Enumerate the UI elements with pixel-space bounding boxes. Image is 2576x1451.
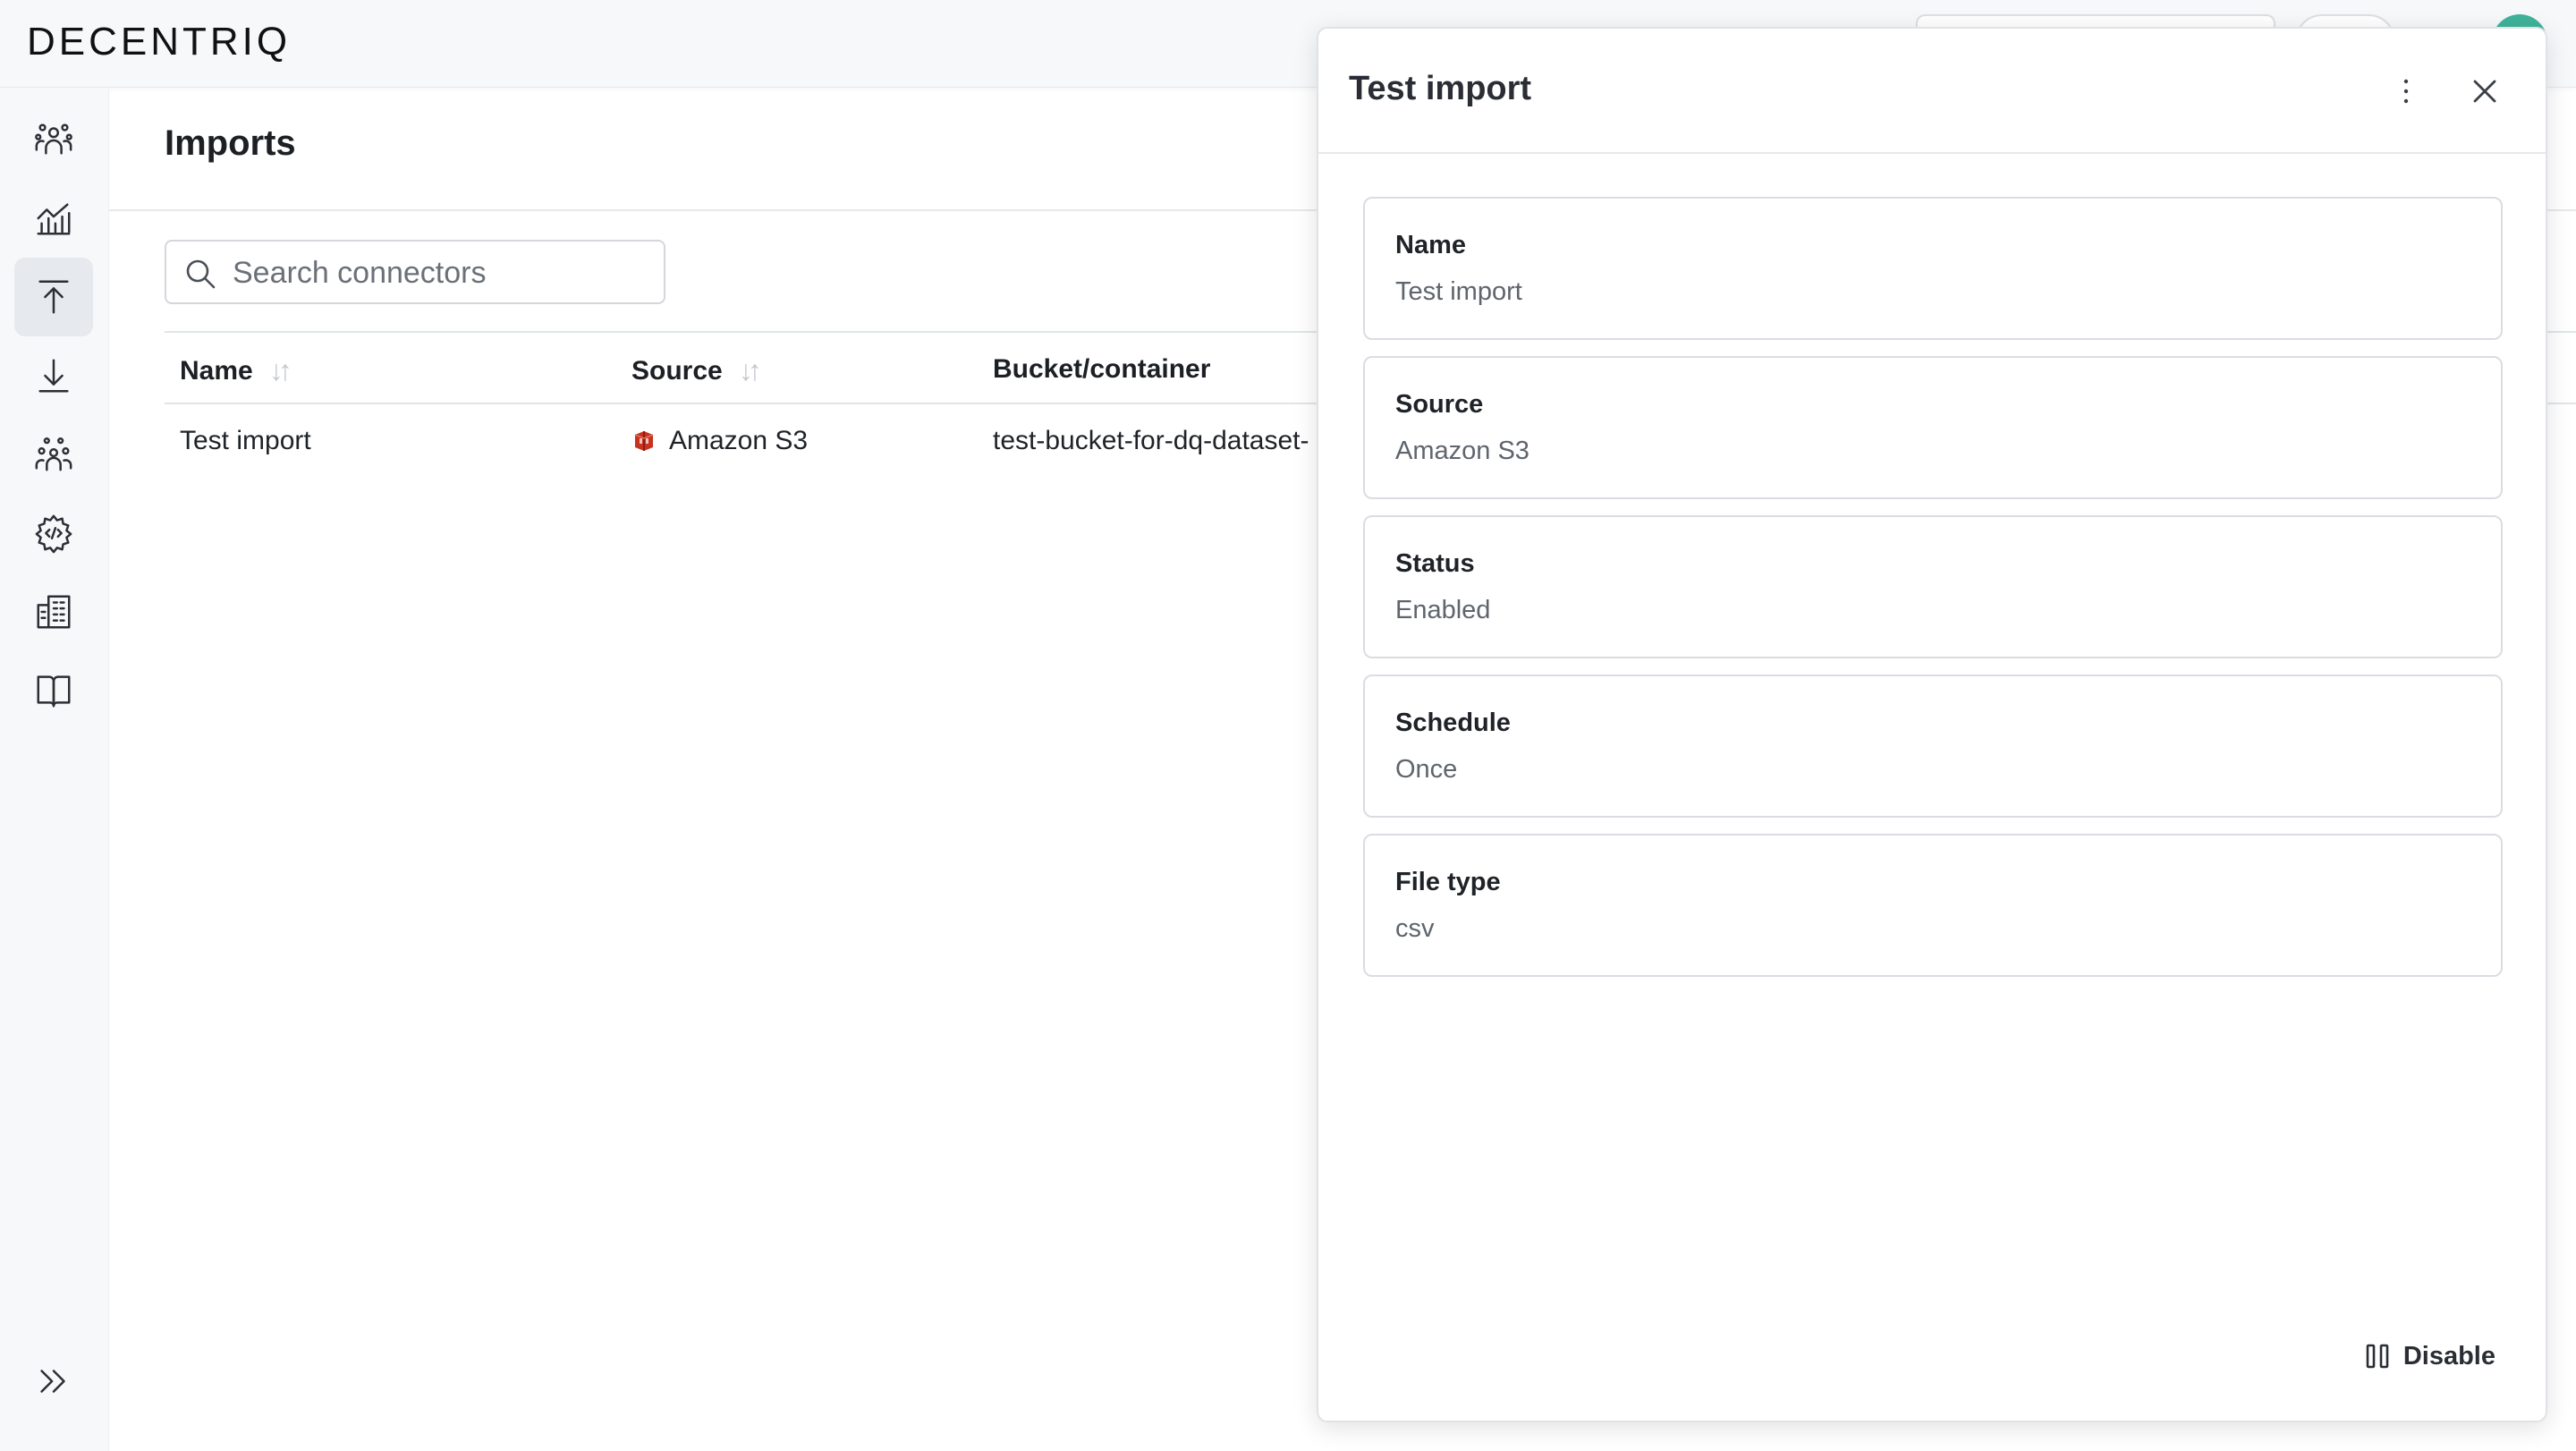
disable-button[interactable]: Disable — [2359, 1331, 2501, 1381]
field-value: csv — [1395, 914, 1435, 943]
field-value: Once — [1395, 755, 1458, 784]
search-input[interactable] — [233, 250, 644, 295]
field-value: Test import — [1395, 277, 1522, 306]
field-value: Enabled — [1395, 596, 1491, 624]
close-button[interactable] — [2462, 68, 2508, 115]
book-icon — [37, 675, 71, 708]
code-gear-icon — [35, 514, 72, 554]
crowd-icon — [35, 437, 72, 471]
panel-title: Test import — [1349, 70, 1532, 107]
building-icon — [37, 595, 71, 629]
field-card-name: Name Test import — [1363, 197, 2503, 340]
column-header-source[interactable]: Source ↓↑ — [631, 354, 762, 387]
chevron-double-right-icon — [40, 1370, 65, 1393]
field-card-file-type: File type csv — [1363, 834, 2503, 977]
field-card-source: Source Amazon S3 — [1363, 356, 2503, 499]
more-vertical-icon — [2403, 79, 2409, 104]
sidebar-item-collaboration[interactable] — [14, 100, 93, 179]
column-header-bucket: Bucket/container — [993, 354, 1211, 384]
import-detail-panel: Test import Name Test import Source Amaz… — [1317, 27, 2547, 1422]
field-label: Name — [1395, 231, 1466, 259]
field-value: Amazon S3 — [1395, 437, 1530, 465]
cell-source: Amazon S3 — [631, 426, 808, 456]
sidebar-expand-button[interactable] — [14, 1342, 93, 1421]
disable-label: Disable — [2402, 1341, 2496, 1370]
chart-line-icon — [37, 203, 71, 235]
close-icon — [2473, 80, 2496, 103]
people-group-icon — [35, 123, 72, 155]
sidebar — [0, 88, 109, 1451]
page-title: Imports — [165, 123, 296, 163]
more-options-button[interactable] — [2383, 68, 2429, 115]
search-icon — [186, 259, 216, 289]
upload-icon — [38, 280, 69, 314]
amazon-s3-icon — [634, 431, 654, 451]
download-icon — [38, 359, 69, 393]
sort-icon[interactable]: ↓↑ — [739, 354, 762, 387]
pause-icon — [2366, 1344, 2389, 1369]
search-box[interactable] — [165, 240, 665, 304]
field-label: File type — [1395, 868, 1501, 896]
sidebar-item-developer[interactable] — [14, 494, 93, 573]
sidebar-item-docs[interactable] — [14, 651, 93, 730]
sidebar-item-audiences[interactable] — [14, 415, 93, 494]
sidebar-item-exports[interactable] — [14, 336, 93, 415]
field-label: Status — [1395, 549, 1475, 578]
sidebar-item-insights[interactable] — [14, 179, 93, 258]
sidebar-item-organization[interactable] — [14, 573, 93, 651]
cell-name: Test import — [180, 426, 311, 455]
app-logo[interactable]: DECENTRIQ — [27, 20, 291, 64]
field-label: Source — [1395, 390, 1484, 419]
panel-header: Test import — [1318, 29, 2546, 154]
sidebar-item-imports[interactable] — [14, 258, 93, 336]
cell-bucket: test-bucket-for-dq-dataset- — [993, 426, 1309, 455]
field-card-status: Status Enabled — [1363, 515, 2503, 658]
sort-icon[interactable]: ↓↑ — [269, 354, 292, 387]
field-card-schedule: Schedule Once — [1363, 675, 2503, 818]
field-label: Schedule — [1395, 709, 1511, 737]
column-header-name[interactable]: Name ↓↑ — [180, 354, 292, 387]
